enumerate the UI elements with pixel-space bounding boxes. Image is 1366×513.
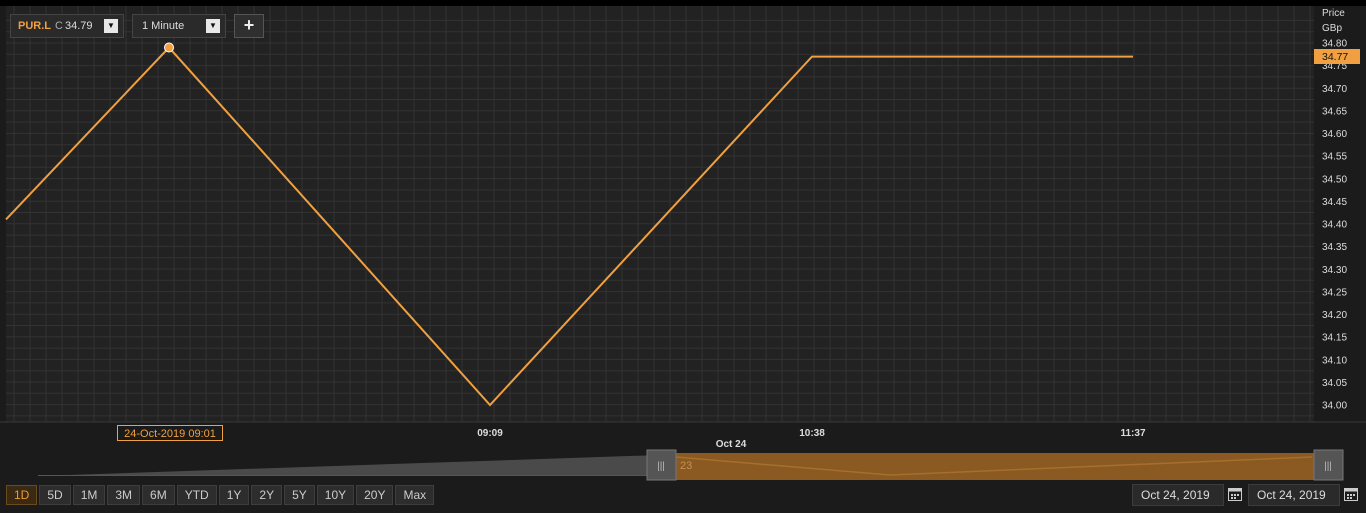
y-tick-label: 34.20 <box>1322 310 1347 321</box>
current-price-value: 34.77 <box>1322 51 1348 63</box>
close-price: 34.79 <box>64 20 93 32</box>
calendar-icon[interactable] <box>1343 486 1359 502</box>
crosshair-date-tag: 24-Oct-2019 09:01 <box>117 425 223 441</box>
y-tick-label: 34.60 <box>1322 129 1347 140</box>
chart-toolbar: PUR.L C 34.79 ▼ 1 Minute ▼ + <box>10 14 264 38</box>
unit-axis-title: GBp <box>1322 23 1342 34</box>
start-date-field[interactable]: Oct 24, 2019 <box>1132 484 1224 506</box>
range-button-2y[interactable]: 2Y <box>251 485 283 505</box>
range-button-max[interactable]: Max <box>395 485 435 505</box>
x-tick-label: 09:09 <box>477 428 503 439</box>
price-axis-title: Price <box>1322 8 1345 19</box>
crosshair-point <box>164 42 174 53</box>
y-tick-label: 34.40 <box>1322 220 1347 231</box>
current-price-tag: 34.77 <box>1314 49 1360 64</box>
symbol-selector[interactable]: PUR.L C 34.79 ▼ <box>10 14 124 38</box>
range-button-1m[interactable]: 1M <box>72 485 106 505</box>
x-tick-label: 10:38 <box>799 428 825 439</box>
interval-selector[interactable]: 1 Minute ▼ <box>132 14 226 38</box>
close-prefix: C <box>55 20 63 32</box>
y-tick-label: 34.70 <box>1322 84 1347 95</box>
y-tick-label: 34.15 <box>1322 333 1347 344</box>
range-button-20y[interactable]: 20Y <box>356 485 394 505</box>
calendar-icon[interactable] <box>1227 486 1243 502</box>
range-button-1y[interactable]: 1Y <box>218 485 250 505</box>
symbol-label: PUR.L <box>18 20 51 32</box>
range-button-ytd[interactable]: YTD <box>176 485 217 505</box>
y-tick-label: 34.30 <box>1322 265 1347 276</box>
range-button-10y[interactable]: 10Y <box>316 485 355 505</box>
chevron-down-icon[interactable]: ▼ <box>206 19 220 33</box>
x-tick-label: 11:37 <box>1120 428 1145 439</box>
chevron-down-icon[interactable]: ▼ <box>104 19 118 33</box>
add-series-button[interactable]: + <box>234 14 264 38</box>
y-axis-ticks: 34.8034.7534.7034.6534.6034.5534.5034.45… <box>1322 39 1347 412</box>
range-button-6m[interactable]: 6M <box>142 485 175 505</box>
end-date-field[interactable]: Oct 24, 2019 <box>1248 484 1340 506</box>
y-tick-label: 34.80 <box>1322 39 1347 50</box>
navigator-date-label: Oct 24 <box>716 439 747 450</box>
grip-icon: ||| <box>657 461 665 472</box>
range-button-5d[interactable]: 5D <box>39 485 71 505</box>
range-selector: 1D 5D 1M 3M 6M YTD 1Y 2Y 5Y 10Y 20Y Max <box>6 485 435 505</box>
range-button-3m[interactable]: 3M <box>107 485 141 505</box>
price-chart[interactable]: 34.8034.7534.7034.6534.6034.5534.5034.45… <box>0 0 1366 513</box>
y-tick-label: 34.35 <box>1322 242 1347 253</box>
range-button-5y[interactable]: 5Y <box>284 485 315 505</box>
y-tick-label: 34.00 <box>1322 401 1347 412</box>
y-tick-label: 34.10 <box>1322 355 1347 366</box>
crosshair-date-value: 24-Oct-2019 09:01 <box>124 428 216 440</box>
y-tick-label: 34.50 <box>1322 174 1347 185</box>
top-border <box>0 0 1366 6</box>
y-tick-label: 34.05 <box>1322 378 1347 389</box>
range-button-1d[interactable]: 1D <box>6 485 38 505</box>
y-tick-label: 34.55 <box>1322 152 1347 163</box>
grip-icon: ||| <box>1324 461 1332 472</box>
y-tick-label: 34.65 <box>1322 106 1347 117</box>
y-tick-label: 34.25 <box>1322 287 1347 298</box>
y-tick-label: 34.45 <box>1322 197 1347 208</box>
navigator-window[interactable] <box>660 453 1330 480</box>
navigator-handle-text: 23 <box>680 460 692 472</box>
interval-label: 1 Minute <box>142 20 185 32</box>
